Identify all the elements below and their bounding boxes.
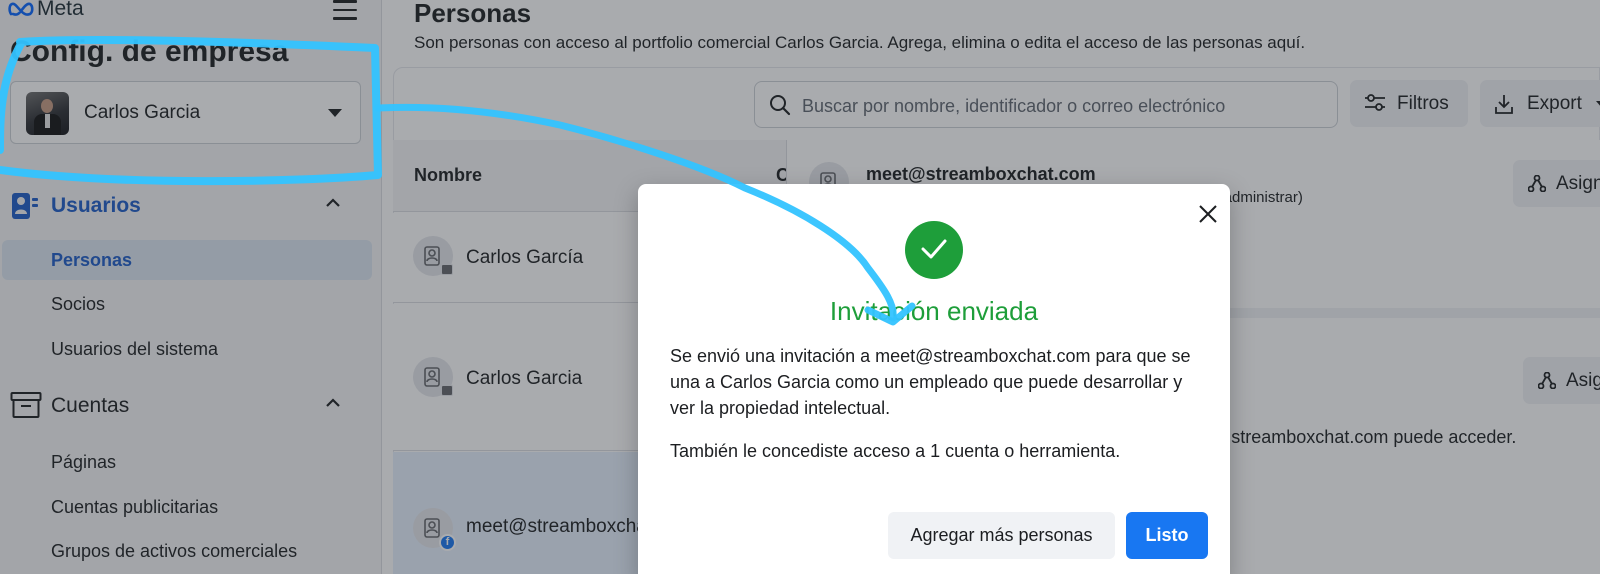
dialog-body: Se envió una invitación a meet@streambox… xyxy=(670,346,1191,418)
add-more-people-button[interactable]: Agregar más personas xyxy=(888,512,1115,559)
done-button[interactable]: Listo xyxy=(1126,512,1208,559)
dialog-title: Invitación enviada xyxy=(829,296,1039,326)
success-check-icon xyxy=(905,221,963,279)
invitation-sent-dialog: Invitación enviada Se envió una invitaci… xyxy=(638,184,1230,574)
dialog-note: También le concediste acceso a 1 cuenta … xyxy=(670,441,1121,461)
close-icon[interactable] xyxy=(1194,200,1222,228)
